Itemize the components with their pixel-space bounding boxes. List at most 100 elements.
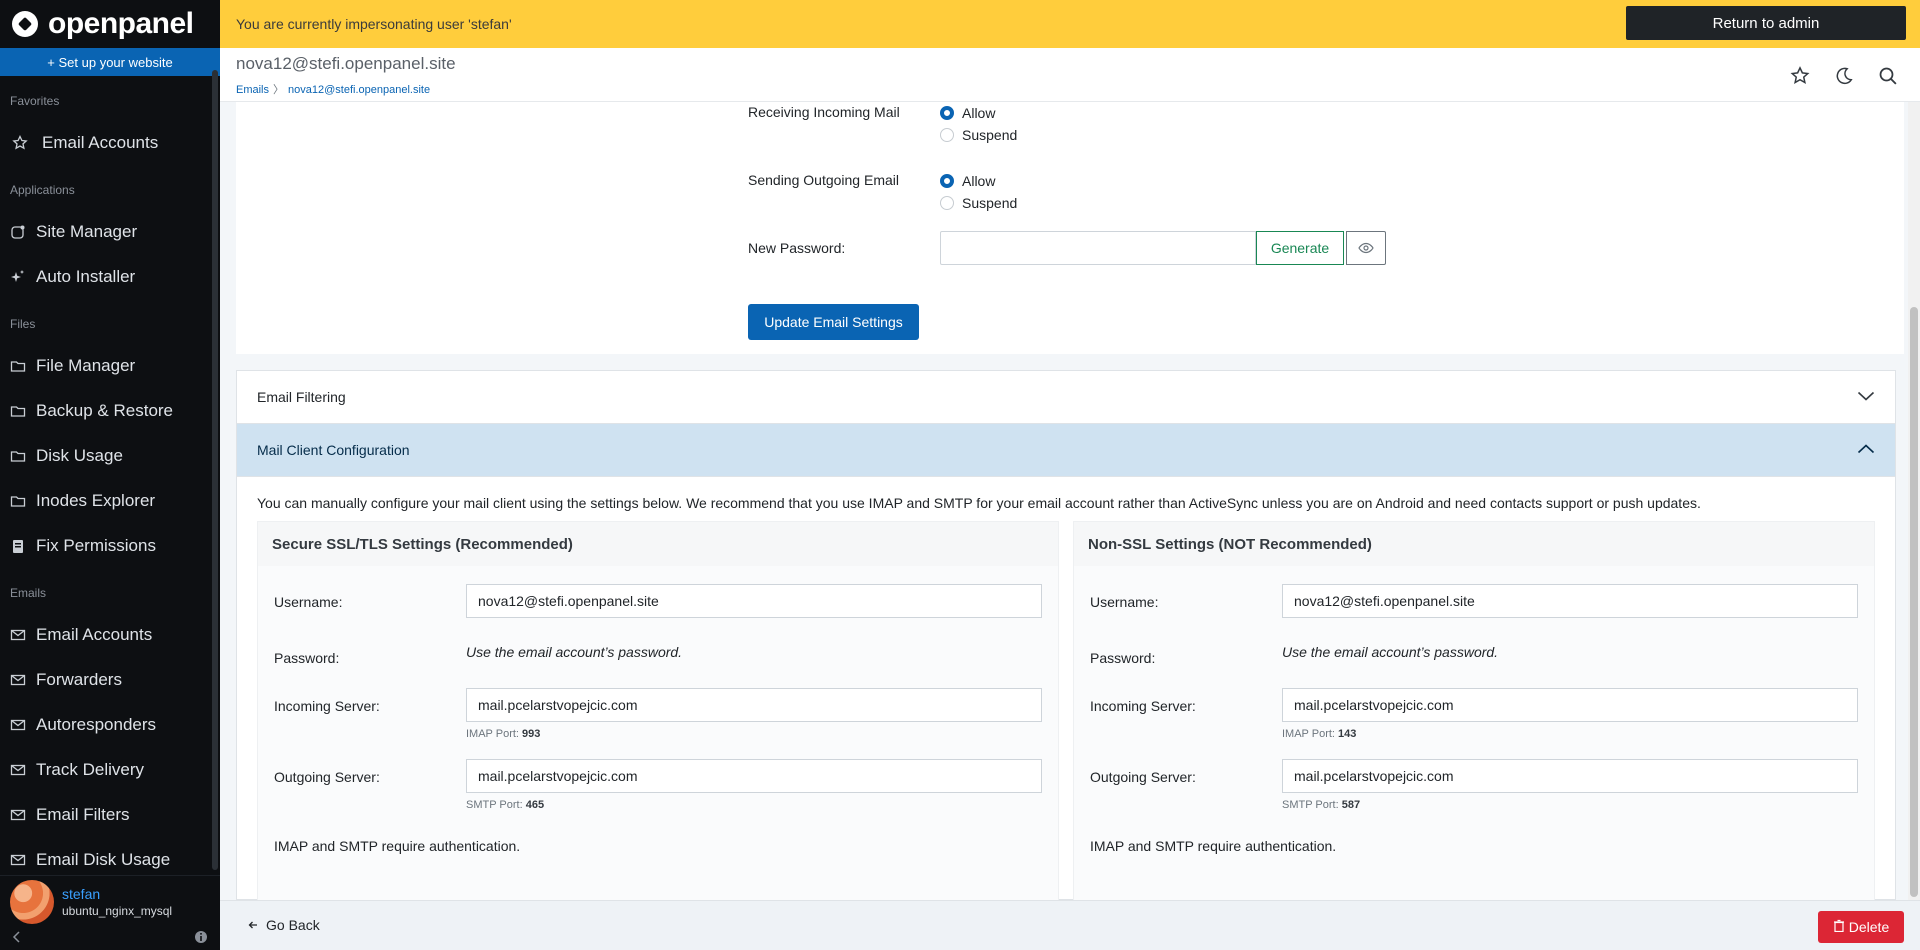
incoming-allow-option[interactable]: Allow [940,102,1017,124]
breadcrumb-emails-link[interactable]: Emails [236,84,269,96]
brand[interactable]: openpanel [0,0,220,48]
new-password-input[interactable] [940,231,1256,265]
go-back-button[interactable]: Go Back [248,917,320,933]
sidebar-bottom-bar [0,926,220,950]
return-to-admin-button[interactable]: Return to admin [1626,6,1906,40]
avatar [10,879,54,924]
sidebar-item-label: Forwarders [36,669,122,689]
nav-favorites: Favorites Email Accounts [0,94,220,165]
openpanel-logo-icon [12,11,38,37]
sidebar-item-site-manager[interactable]: Site Manager [10,209,210,254]
field-label: Username: [1090,594,1159,610]
user-menu[interactable]: stefan ubuntu_nginx_mysql [0,875,220,927]
nav-emails: Emails Email Accounts Forwarders Autores… [0,586,220,882]
option-label: Allow [962,105,996,121]
field-label: Incoming Server: [1090,698,1196,714]
port-value: 465 [525,799,545,811]
sidebar: openpanel + Set up your website Favorite… [0,0,220,950]
generate-password-button[interactable]: Generate [1256,231,1344,265]
field-label: Outgoing Server: [1090,769,1196,785]
sidebar-item-label: Email Accounts [42,132,159,152]
nonssl-outgoing-server-input[interactable]: mail.pcelarstvopejcic.com [1282,759,1858,793]
accordion-title: Mail Client Configuration [257,442,410,458]
radio-checked[interactable] [940,174,954,188]
nonssl-username-input[interactable]: nova12@stefi.openpanel.site [1282,584,1858,618]
sidebar-item-label: Fix Permissions [36,535,156,555]
sidebar-item-track-delivery[interactable]: Track Delivery [10,747,210,792]
star-icon [12,134,28,151]
trash-icon [1833,919,1845,935]
accordion-title: Email Filtering [257,389,346,405]
breadcrumb-current[interactable]: nova12@stefi.openpanel.site [288,84,430,96]
sidebar-item-favorite-email-accounts[interactable]: Email Accounts [10,120,210,165]
sidebar-item-disk-usage[interactable]: Disk Usage [10,433,210,478]
sidebar-item-email-accounts[interactable]: Email Accounts [10,612,210,657]
configuration-columns: Secure SSL/TLS Settings (Recommended) Us… [257,521,1875,903]
nav-heading: Files [10,317,36,331]
folder-icon [10,358,26,374]
sparkle-icon [10,269,26,285]
user-name: stefan [62,885,101,902]
mail-client-configuration-header[interactable]: Mail Client Configuration [237,424,1895,477]
sidebar-item-inodes-explorer[interactable]: Inodes Explorer [10,478,210,523]
search-icon[interactable] [1876,64,1900,88]
imap-port-text: IMAP Port: 993 [466,728,1042,740]
mail-icon [10,627,26,643]
impersonation-banner: You are currently impersonating user 'st… [220,0,1920,48]
mail-icon [10,717,26,733]
folder-icon [10,403,26,419]
radio-unchecked[interactable] [940,128,954,142]
sidebar-item-file-manager[interactable]: File Manager [10,343,210,388]
folder-icon [10,448,26,464]
arrow-left-icon [248,917,258,933]
field-label: Incoming Server: [274,698,380,714]
outgoing-allow-option[interactable]: Allow [940,170,1017,192]
ssl-outgoing-server-field: Outgoing Server: mail.pcelarstvopejcic.c… [274,759,1044,811]
mail-icon [10,762,26,778]
port-value: 587 [1341,799,1361,811]
nonssl-password-field: Password: Use the email account’s passwo… [1090,640,1860,666]
sidebar-item-label: Email Filters [36,804,130,824]
sidebar-item-fix-permissions[interactable]: Fix Permissions [10,523,210,568]
dark-mode-moon-icon[interactable] [1832,64,1856,88]
ssl-username-input[interactable]: nova12@stefi.openpanel.site [466,584,1042,618]
nav-heading: Favorites [10,94,60,108]
outgoing-suspend-option[interactable]: Suspend [940,192,1017,214]
folder-icon [10,493,26,509]
page-title: nova12@stefi.openpanel.site [236,54,456,73]
info-icon[interactable] [194,930,208,947]
nonssl-incoming-server-input[interactable]: mail.pcelarstvopejcic.com [1282,688,1858,722]
ssl-outgoing-server-input[interactable]: mail.pcelarstvopejcic.com [466,759,1042,793]
scrollbar-thumb[interactable] [1910,307,1918,897]
new-password-row: New Password: Generate [748,231,1386,265]
sidebar-item-label: Email Accounts [36,624,153,644]
incoming-mail-row: Receiving Incoming Mail Allow Suspend [748,102,1017,146]
email-accordion: Email Filtering Mail Client Configuratio… [236,370,1896,903]
sidebar-item-label: Auto Installer [36,266,136,286]
sidebar-item-autoresponders[interactable]: Autoresponders [10,702,210,747]
delete-button[interactable]: Delete [1818,911,1904,943]
ssl-incoming-server-field: Incoming Server: mail.pcelarstvopejcic.c… [274,688,1044,740]
main-scrollbar[interactable] [1908,102,1920,900]
update-email-settings-button[interactable]: Update Email Settings [748,304,919,340]
sidebar-item-backup-restore[interactable]: Backup & Restore [10,388,210,433]
sidebar-item-email-filters[interactable]: Email Filters [10,792,210,837]
user-host: ubuntu_nginx_mysql [62,903,173,918]
port-label: SMTP Port: [466,799,523,811]
show-password-eye-icon[interactable] [1346,231,1386,265]
favorite-star-icon[interactable] [1788,64,1812,88]
radio-unchecked[interactable] [940,196,954,210]
sidebar-item-forwarders[interactable]: Forwarders [10,657,210,702]
sidebar-item-auto-installer[interactable]: Auto Installer [10,254,210,299]
setup-website-button[interactable]: + Set up your website [0,48,220,76]
ssl-password-text: Use the email account’s password. [466,644,683,660]
outgoing-mail-label: Sending Outgoing Email [748,172,899,188]
mail-icon [10,807,26,823]
incoming-suspend-option[interactable]: Suspend [940,124,1017,146]
nav-applications: Applications Site Manager Auto Installer [0,183,220,299]
collapse-sidebar-icon[interactable] [12,930,22,946]
sidebar-scrollbar[interactable] [212,70,218,870]
ssl-incoming-server-input[interactable]: mail.pcelarstvopejcic.com [466,688,1042,722]
email-filtering-header[interactable]: Email Filtering [237,371,1895,424]
radio-checked[interactable] [940,106,954,120]
